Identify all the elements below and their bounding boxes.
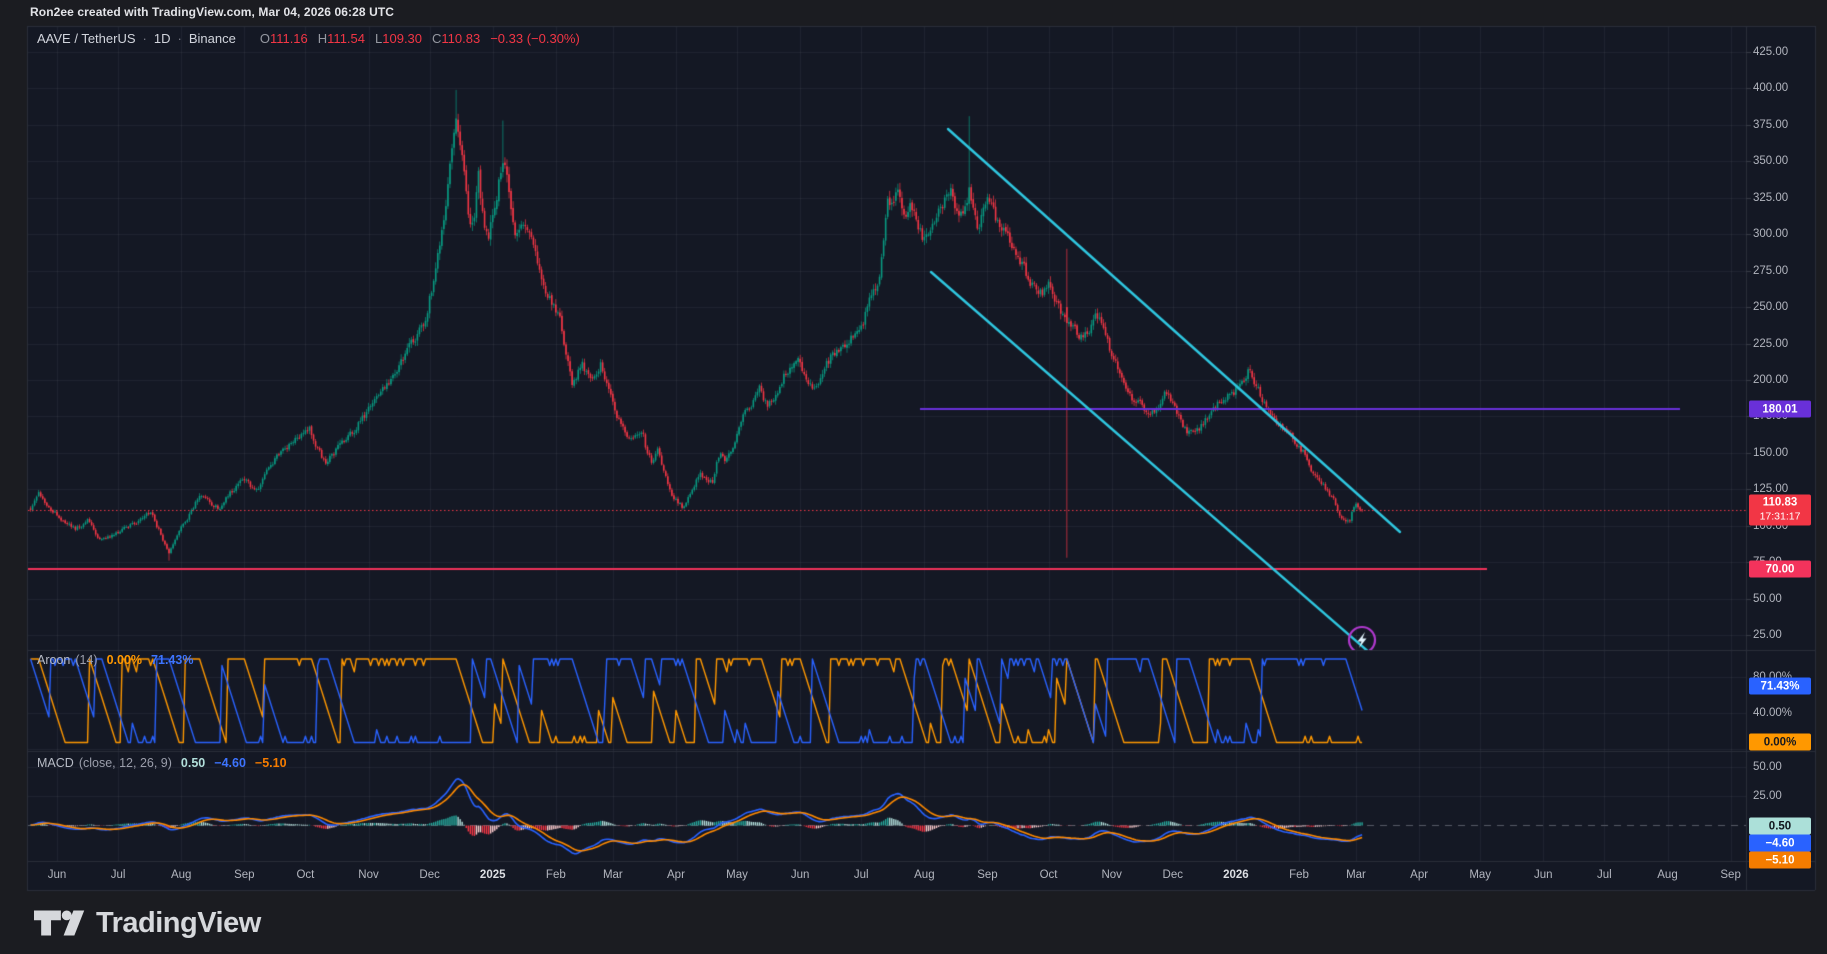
price-chart-canvas[interactable] bbox=[0, 0, 1827, 954]
tradingview-snapshot: Ron2ee created with TradingView.com, Mar… bbox=[0, 0, 1827, 954]
